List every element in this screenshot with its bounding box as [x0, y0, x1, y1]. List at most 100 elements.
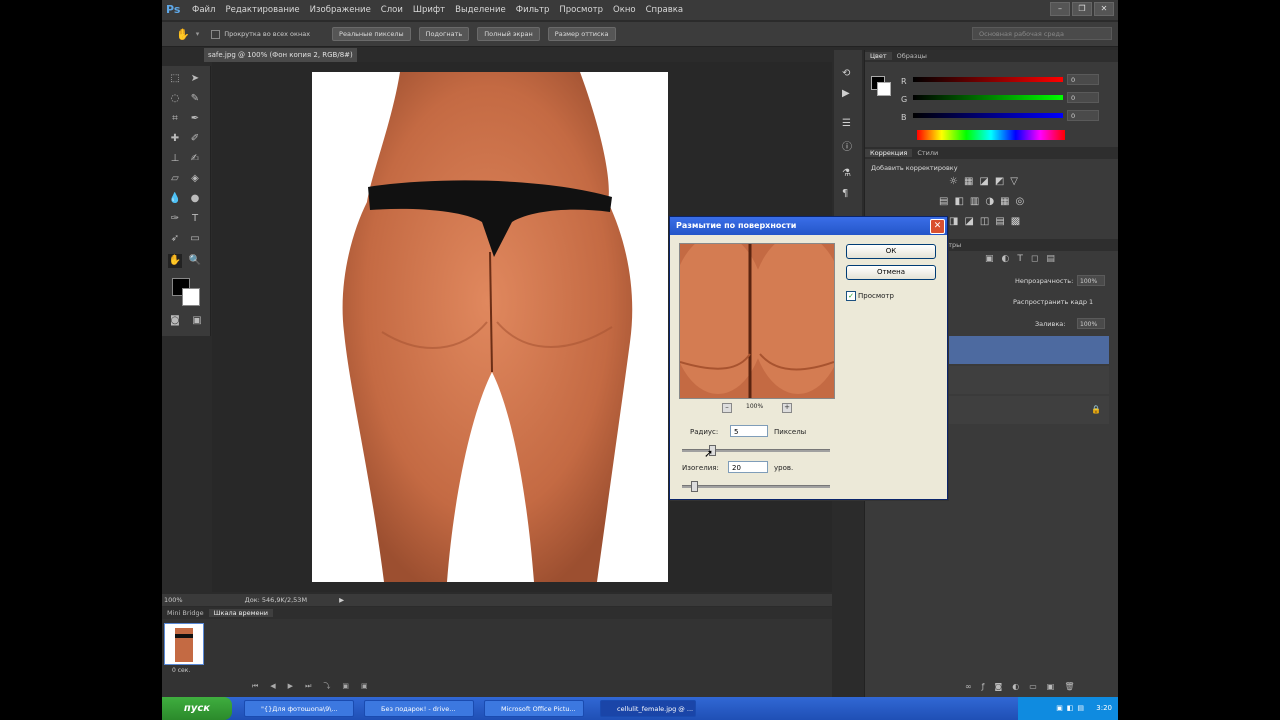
move-icon[interactable]: ➤: [188, 72, 202, 86]
tab-adjustments[interactable]: Коррекция: [865, 149, 913, 157]
clone-stamp-icon[interactable]: ⊥: [168, 152, 182, 166]
type-icon[interactable]: T: [188, 212, 202, 226]
history-icon[interactable]: ⟲: [842, 68, 850, 79]
eraser-icon[interactable]: ▱: [168, 172, 182, 186]
threshold-input[interactable]: 20: [728, 461, 768, 473]
tray-icons[interactable]: ▣◧▤: [1056, 704, 1088, 712]
close-icon[interactable]: ✕: [1094, 2, 1114, 16]
quick-mask-icon[interactable]: ◙: [168, 314, 182, 328]
history-brush-icon[interactable]: ✍: [188, 152, 202, 166]
properties-icon[interactable]: ☰: [842, 118, 851, 129]
healing-brush-icon[interactable]: ✚: [168, 132, 182, 146]
zoom-out-icon[interactable]: –: [722, 403, 732, 413]
status-arrow-icon[interactable]: ▶: [339, 596, 344, 604]
marquee-icon[interactable]: ⬚: [168, 72, 182, 86]
fill-screen-button[interactable]: Полный экран: [477, 27, 540, 41]
tab-color[interactable]: Цвет: [865, 52, 892, 60]
tool-preset-chevron-icon[interactable]: ▾: [196, 30, 200, 38]
adjustment-icons-row1[interactable]: ☼▦◪◩▽: [949, 176, 1024, 187]
workspace-select[interactable]: Основная рабочая среда: [972, 27, 1112, 40]
hand-tool-icon[interactable]: ✋: [176, 28, 190, 41]
menu-window[interactable]: Окно: [613, 5, 636, 15]
actual-pixels-button[interactable]: Реальные пикселы: [332, 27, 411, 41]
scroll-all-checkbox[interactable]: [211, 29, 221, 39]
eyedropper-icon[interactable]: ✒: [188, 112, 202, 126]
slider-b[interactable]: [913, 113, 1063, 118]
blur-icon[interactable]: 💧: [168, 192, 182, 206]
threshold-slider[interactable]: [682, 485, 830, 488]
bg-swatch[interactable]: [877, 82, 891, 96]
dialog-preview[interactable]: [679, 243, 835, 399]
layer-row-background[interactable]: [935, 396, 1109, 424]
adjustment-icons-row3[interactable]: ◨◪◫▤▩: [949, 216, 1026, 227]
frame-thumbnail[interactable]: [164, 623, 204, 665]
propagate-frame-label[interactable]: Распространить кадр 1: [1013, 298, 1093, 306]
paint-bucket-icon[interactable]: ◈: [188, 172, 202, 186]
zoom-icon[interactable]: 🔍: [188, 254, 202, 268]
ok-button[interactable]: ОК: [846, 244, 936, 259]
document-tab[interactable]: safe.jpg @ 100% (Фон копия 2, RGB/8#): [204, 48, 357, 62]
dialog-title-bar[interactable]: Размытие по поверхности ✕: [670, 217, 947, 235]
playback-controls[interactable]: ⏮◀▶⏭⤵▣▣: [252, 681, 380, 691]
dialog-close-icon[interactable]: ✕: [930, 219, 945, 234]
start-button[interactable]: пуск: [162, 697, 232, 720]
menu-layers[interactable]: Слои: [381, 5, 403, 15]
zoom-in-icon[interactable]: +: [782, 403, 792, 413]
menu-type[interactable]: Шрифт: [413, 5, 445, 15]
shape-icon[interactable]: ▭: [188, 232, 202, 246]
menu-help[interactable]: Справка: [646, 5, 683, 15]
hand-icon[interactable]: ✋: [168, 254, 182, 268]
minimize-icon[interactable]: –: [1050, 2, 1070, 16]
tab-swatches[interactable]: Образцы: [892, 52, 932, 60]
opacity-input[interactable]: 100%: [1077, 275, 1105, 286]
fit-screen-button[interactable]: Подогнать: [418, 27, 470, 41]
adjustment-icons-row2[interactable]: ▤◧▥◑▦◎: [939, 196, 1030, 207]
taskbar-item-office[interactable]: Microsoft Office Pictu...: [484, 700, 584, 717]
tab-timeline[interactable]: Шкала времени: [208, 609, 274, 617]
menu-view[interactable]: Просмотр: [559, 5, 603, 15]
quick-select-icon[interactable]: ✎: [188, 92, 202, 106]
zoom-level[interactable]: 100%: [164, 596, 183, 604]
taskbar-item-photoshop[interactable]: cellulit_female.jpg @ ...: [600, 700, 696, 717]
crop-icon[interactable]: ⌗: [168, 112, 182, 126]
color-ramp[interactable]: [917, 130, 1065, 140]
print-size-button[interactable]: Размер оттиска: [547, 27, 616, 41]
taskbar-item-browser[interactable]: Без подарок! - drive...: [364, 700, 474, 717]
slider-r[interactable]: [913, 77, 1063, 82]
menu-select[interactable]: Выделение: [455, 5, 506, 15]
menu-image[interactable]: Изображение: [310, 5, 371, 15]
layer-row[interactable]: [935, 366, 1109, 394]
tab-styles[interactable]: Стили: [912, 149, 943, 157]
radius-input[interactable]: 5: [730, 425, 768, 437]
tab-mini-bridge[interactable]: Mini Bridge: [162, 609, 209, 617]
value-b[interactable]: 0: [1067, 110, 1099, 121]
brush-presets-icon[interactable]: ⚗: [842, 168, 851, 179]
background-color-swatch[interactable]: [182, 288, 200, 306]
paragraph-icon[interactable]: ¶: [842, 188, 848, 199]
screen-mode-icon[interactable]: ▣: [190, 314, 204, 328]
preview-checkbox[interactable]: ✓: [846, 291, 856, 301]
pen-icon[interactable]: ✑: [168, 212, 182, 226]
value-g[interactable]: 0: [1067, 92, 1099, 103]
layer-filter-icons[interactable]: ▣◐T◻▤: [985, 254, 1063, 264]
restore-icon[interactable]: ❐: [1072, 2, 1092, 16]
document-canvas[interactable]: [312, 72, 668, 582]
brush-icon[interactable]: ✐: [188, 132, 202, 146]
layer-row-selected[interactable]: [935, 336, 1109, 364]
path-select-icon[interactable]: ➶: [168, 232, 182, 246]
layers-footer-icons[interactable]: ∞ƒ◙◐▭▣🗑: [965, 682, 1085, 691]
taskbar-item-folder[interactable]: "{}Для фотошопа\9\...: [244, 700, 354, 717]
cancel-button[interactable]: Отмена: [846, 265, 936, 280]
slider-g[interactable]: [913, 95, 1063, 100]
menu-filter[interactable]: Фильтр: [516, 5, 550, 15]
actions-icon[interactable]: ▶: [842, 88, 850, 99]
fill-input[interactable]: 100%: [1077, 318, 1105, 329]
dodge-icon[interactable]: ●: [188, 192, 202, 206]
info-icon[interactable]: ⓘ: [842, 138, 852, 153]
frame-time[interactable]: 0 сек.: [172, 667, 190, 674]
lasso-icon[interactable]: ◌: [168, 92, 182, 106]
menu-edit[interactable]: Редактирование: [225, 5, 299, 15]
threshold-slider-thumb[interactable]: [690, 481, 698, 492]
value-r[interactable]: 0: [1067, 74, 1099, 85]
menu-file[interactable]: Файл: [192, 5, 215, 15]
